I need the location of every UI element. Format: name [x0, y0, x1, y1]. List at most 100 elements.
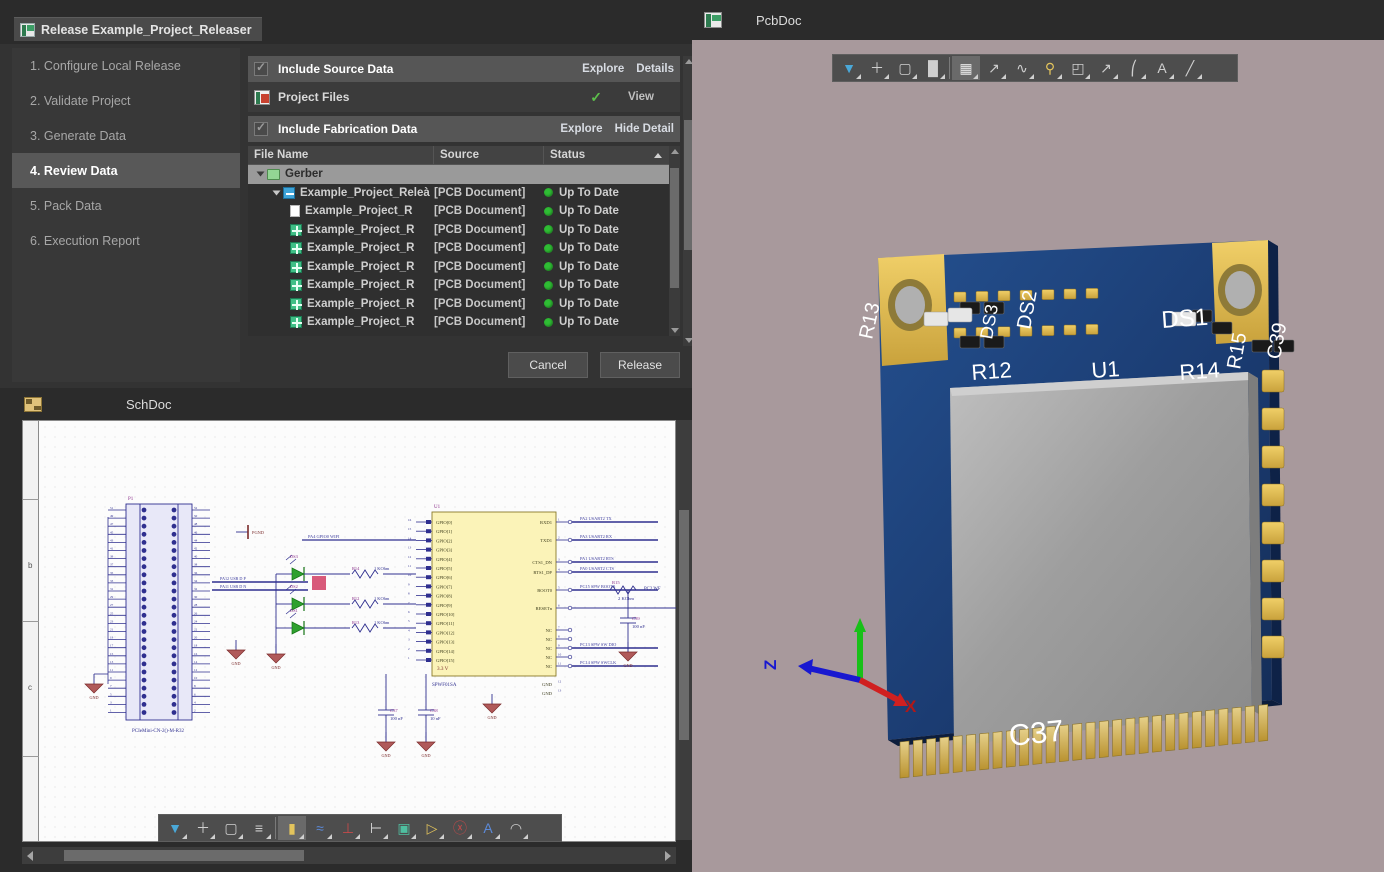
dropdown-corner-icon[interactable]: [495, 834, 500, 839]
table-row[interactable]: Example_Project_R [PCB Document] Up To Dat…: [248, 202, 680, 221]
place-sheet-entry-icon[interactable]: ▷: [418, 816, 446, 840]
table-row[interactable]: Example_Project_R [PCB Document] Up To Dat…: [248, 313, 680, 332]
project-files-view-link[interactable]: View: [628, 91, 674, 103]
marquee-select-icon[interactable]: ▢: [217, 816, 245, 840]
table-row[interactable]: Example_Project_R [PCB Document] Up To Dat…: [248, 239, 680, 258]
place-no-erc-icon[interactable]: ⓧ: [446, 816, 474, 840]
place-wire-icon[interactable]: ≈: [306, 816, 334, 840]
schdoc-hscroll-thumb[interactable]: [64, 850, 304, 861]
explore-fabrication-link[interactable]: Explore: [560, 123, 602, 135]
dropdown-corner-icon[interactable]: [467, 834, 472, 839]
dropdown-corner-icon[interactable]: [1113, 74, 1118, 79]
crosshair-icon[interactable]: ＋: [189, 816, 217, 840]
dropdown-corner-icon[interactable]: [1197, 74, 1202, 79]
place-component-icon[interactable]: ▮: [278, 816, 306, 840]
dropdown-corner-icon[interactable]: [1029, 74, 1034, 79]
svg-text:8: 8: [558, 635, 560, 639]
checkbox-include-fabrication-data[interactable]: [254, 120, 268, 136]
table-scroll-thumb[interactable]: [670, 168, 679, 288]
place-arc-icon[interactable]: ∿: [1008, 56, 1036, 80]
table-row[interactable]: Example_Project_Releà [PCB Document] Up To…: [248, 184, 680, 203]
dropdown-corner-icon[interactable]: [299, 834, 304, 839]
place-string-icon[interactable]: A: [1148, 56, 1176, 80]
schdoc-horizontal-scrollbar[interactable]: [22, 847, 676, 864]
table-row[interactable]: Gerber: [248, 165, 680, 184]
schdoc-vertical-scrollbar[interactable]: [676, 420, 692, 840]
row-project-files[interactable]: Project Files ✓ View: [248, 82, 680, 112]
expand-triangle-icon[interactable]: [256, 171, 265, 177]
place-fill-icon[interactable]: ◰: [1064, 56, 1092, 80]
dropdown-corner-icon[interactable]: [1001, 74, 1006, 79]
schdoc-canvas[interactable]: b c 51 52 49 50 47 48 45 46 43 44 41 42 39 40 37 38 35 36…: [22, 420, 676, 842]
column-header-status[interactable]: Status: [544, 146, 670, 164]
cancel-button[interactable]: Cancel: [508, 352, 588, 378]
layer-stack-icon[interactable]: █: [919, 56, 947, 80]
section-include-fabrication-data[interactable]: Include Fabrication Data Explore Hide De…: [248, 116, 680, 142]
filter-icon[interactable]: ▼: [161, 816, 189, 840]
pcbdoc-toolbar[interactable]: ▼ ＋ ▢ █ ▦ ↗ ∿ ⚲ ◰ ↗ ⎛ A ╱: [832, 54, 1238, 82]
hide-detail-link[interactable]: Hide Detail: [615, 123, 674, 135]
dropdown-corner-icon[interactable]: [238, 834, 243, 839]
place-dimension-icon[interactable]: ↗: [1092, 56, 1120, 80]
dropdown-corner-icon[interactable]: [856, 74, 861, 79]
table-row[interactable]: Example_Project_R [PCB Document] Up To Dat…: [248, 258, 680, 277]
scroll-up-arrow-icon[interactable]: [671, 149, 679, 154]
align-icon[interactable]: ≡: [245, 816, 273, 840]
dropdown-corner-icon[interactable]: [884, 74, 889, 79]
dropdown-corner-icon[interactable]: [355, 834, 360, 839]
crosshair-icon[interactable]: ＋: [863, 56, 891, 80]
release-step-1[interactable]: 1. Configure Local Release: [12, 48, 240, 83]
place-line-icon[interactable]: ╱: [1176, 56, 1204, 80]
place-gnd-icon[interactable]: ⊥: [334, 816, 362, 840]
table-row[interactable]: Example_Project_R [PCB Document] Up To Dat…: [248, 221, 680, 240]
column-header-source[interactable]: Source: [434, 146, 544, 164]
dropdown-corner-icon[interactable]: [523, 834, 528, 839]
place-track-icon[interactable]: ↗: [980, 56, 1008, 80]
dropdown-corner-icon[interactable]: [1141, 74, 1146, 79]
table-row[interactable]: Example_Project_R [PCB Document] Up To Dat…: [248, 276, 680, 295]
dropdown-corner-icon[interactable]: [912, 74, 917, 79]
checkbox-include-source-data[interactable]: [254, 60, 268, 76]
place-sheet-symbol-icon[interactable]: ▣: [390, 816, 418, 840]
dropdown-corner-icon[interactable]: [210, 834, 215, 839]
place-pad-icon[interactable]: ⚲: [1036, 56, 1064, 80]
details-source-link[interactable]: Details: [636, 63, 674, 75]
table-row[interactable]: Example_Project_R [PCB Document] Up To Dat…: [248, 295, 680, 314]
dropdown-corner-icon[interactable]: [411, 834, 416, 839]
dropdown-corner-icon[interactable]: [1169, 74, 1174, 79]
scroll-left-arrow-icon[interactable]: [27, 851, 33, 861]
release-dialog-tab[interactable]: Release Example_Project_Releaser: [14, 17, 262, 41]
scroll-right-arrow-icon[interactable]: [665, 851, 671, 861]
filter-icon[interactable]: ▼: [835, 56, 863, 80]
release-step-5[interactable]: 5. Pack Data: [12, 188, 240, 223]
dropdown-corner-icon[interactable]: [383, 834, 388, 839]
schdoc-vscroll-thumb[interactable]: [679, 510, 689, 740]
marquee-select-icon[interactable]: ▢: [891, 56, 919, 80]
table-vertical-scrollbar[interactable]: [669, 146, 680, 336]
explore-source-link[interactable]: Explore: [582, 63, 624, 75]
scroll-down-arrow-icon[interactable]: [671, 328, 679, 333]
release-step-4[interactable]: 4. Review Data: [12, 153, 240, 188]
release-step-2[interactable]: 2. Validate Project: [12, 83, 240, 118]
dropdown-corner-icon[interactable]: [182, 834, 187, 839]
dropdown-corner-icon[interactable]: [940, 74, 945, 79]
dropdown-corner-icon[interactable]: [973, 74, 978, 79]
section-include-source-data[interactable]: Include Source Data Explore Details: [248, 56, 680, 82]
place-component-icon[interactable]: ▦: [952, 56, 980, 80]
dropdown-corner-icon[interactable]: [1057, 74, 1062, 79]
column-header-file-name[interactable]: File Name: [248, 146, 434, 164]
dropdown-corner-icon[interactable]: [1085, 74, 1090, 79]
place-port-icon[interactable]: ⊢: [362, 816, 390, 840]
dropdown-corner-icon[interactable]: [327, 834, 332, 839]
expand-triangle-icon[interactable]: [272, 190, 281, 196]
dropdown-corner-icon[interactable]: [439, 834, 444, 839]
schdoc-toolbar[interactable]: ▼ ＋ ▢ ≡ ▮ ≈ ⊥ ⊢ ▣ ▷ ⓧ A ◠: [158, 814, 562, 842]
release-step-3[interactable]: 3. Generate Data: [12, 118, 240, 153]
pcb-3d-canvas[interactable]: R13 DS3 DS2 R12 U1 DS1 R14 R15 C39 C37 Z X: [692, 40, 1384, 872]
dropdown-corner-icon[interactable]: [266, 834, 271, 839]
release-button[interactable]: Release: [600, 352, 680, 378]
place-arc-icon[interactable]: ◠: [502, 816, 530, 840]
place-text-icon[interactable]: A: [474, 816, 502, 840]
release-step-6[interactable]: 6. Execution Report: [12, 223, 240, 258]
place-room-icon[interactable]: ⎛: [1120, 56, 1148, 80]
